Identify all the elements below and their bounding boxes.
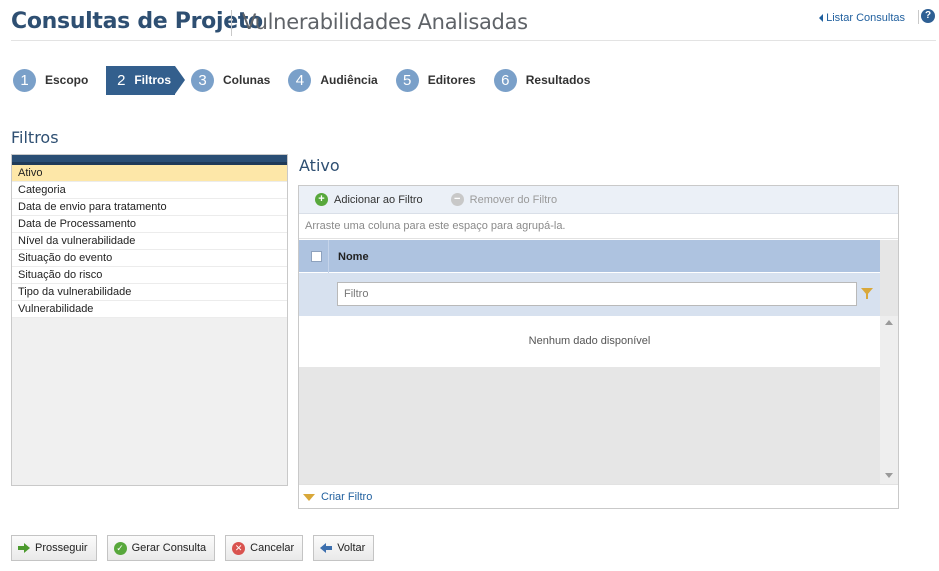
page-header: Consultas de Projeto Vulnerabilidades An… [11,6,936,41]
column-header-row: Nome [299,240,880,273]
group-drop-area[interactable]: Arraste uma coluna para este espaço para… [299,214,898,239]
step-filtros[interactable]: 2 Filtros [106,65,185,95]
select-all-checkbox[interactable] [311,251,322,262]
step-audiencia[interactable]: 4 Audiência [288,66,378,94]
list-item-data-processamento[interactable]: Data de Processamento [12,216,287,233]
cancel-button[interactable]: ✕ Cancelar [225,535,304,561]
step-number: 5 [395,68,419,92]
step-number: 4 [288,68,312,92]
filter-grid: + Adicionar ao Filtro − Remover do Filtr… [298,185,899,509]
back-label: Voltar [337,542,366,554]
step-colunas[interactable]: 3 Colunas [191,66,270,94]
create-filter-label: Criar Filtro [321,490,373,503]
list-item-situacao-risco[interactable]: Situação do risco [12,267,287,284]
step-label: Audiência [320,73,378,87]
filter-icon [303,494,315,501]
cancel-circle-icon: ✕ [232,541,246,555]
step-label: Escopo [45,73,89,87]
check-circle-icon: ✓ [113,541,127,555]
proceed-label: Prosseguir [35,542,88,554]
scroll-up-icon[interactable] [885,320,893,325]
step-number: 6 [493,68,517,92]
step-resultados[interactable]: 6 Resultados [493,66,591,94]
arrow-right-icon [18,543,30,553]
step-label: Editores [427,73,476,87]
list-item-categoria[interactable]: Categoria [12,182,287,199]
header-divider [918,10,919,24]
select-all-cell [299,240,329,273]
vertical-scrollbar[interactable] [880,316,898,484]
cancel-label: Cancelar [250,542,295,554]
arrow-left-icon [320,543,333,553]
add-to-filter-button[interactable]: + Adicionar ao Filtro [315,193,423,206]
page-title: Consultas de Projeto [11,9,263,34]
step-number: 3 [191,68,215,92]
grid-body: Nome Filtro Nenhum dado disponível [299,240,898,484]
panel-title: Ativo [299,156,340,175]
filters-section-title: Filtros [11,128,59,147]
step-label: Resultados [525,73,591,87]
proceed-button[interactable]: Prosseguir [11,535,97,561]
remove-from-filter-label: Remover do Filtro [469,193,558,206]
page-subtitle: Vulnerabilidades Analisadas [242,10,528,34]
back-button[interactable]: Voltar [313,535,375,561]
list-queries-label: Listar Consultas [826,12,905,24]
grid-toolbar: + Adicionar ao Filtro − Remover do Filtr… [299,186,898,214]
generate-query-button[interactable]: ✓ Gerar Consulta [106,535,216,561]
column-filter-input[interactable]: Filtro [337,282,857,306]
step-number: 2 [117,71,126,89]
title-divider [231,10,232,36]
list-item-data-envio[interactable]: Data de envio para tratamento [12,199,287,216]
step-editores[interactable]: 5 Editores [395,66,476,94]
step-number: 1 [13,68,36,92]
column-filter-row: Filtro [299,273,880,316]
list-item-tipo[interactable]: Tipo da vulnerabilidade [12,284,287,301]
no-data-message: Nenhum dado disponível [299,316,880,367]
list-item-nivel[interactable]: Nível da vulnerabilidade [12,233,287,250]
action-buttons: Prosseguir ✓ Gerar Consulta ✕ Cancelar V… [11,535,375,561]
minus-circle-icon: − [450,193,464,206]
filter-icon[interactable] [861,288,873,299]
step-label: Colunas [223,73,271,87]
list-item-situacao-evento[interactable]: Situação do evento [12,250,287,267]
wizard-steps: 1 Escopo 2 Filtros 3 Colunas 4 Audiência… [13,65,608,95]
column-header-nome[interactable]: Nome [338,251,369,263]
create-filter-link[interactable]: Criar Filtro [299,484,898,508]
step-escopo[interactable]: 1 Escopo [13,66,88,94]
list-header-bar [12,155,287,165]
plus-circle-icon: + [315,193,328,206]
chevron-left-icon [819,14,824,22]
help-icon[interactable]: ? [921,9,935,23]
list-item-vulnerabilidade[interactable]: Vulnerabilidade [12,301,287,318]
add-to-filter-label: Adicionar ao Filtro [334,193,423,206]
filter-field-list: Ativo Categoria Data de envio para trata… [11,154,288,486]
step-label: Filtros [134,73,172,87]
scroll-down-icon[interactable] [885,473,893,478]
list-queries-link[interactable]: Listar Consultas [819,12,905,24]
remove-from-filter-button[interactable]: − Remover do Filtro [450,193,558,206]
list-item-ativo[interactable]: Ativo [12,165,287,182]
generate-query-label: Gerar Consulta [131,542,207,554]
